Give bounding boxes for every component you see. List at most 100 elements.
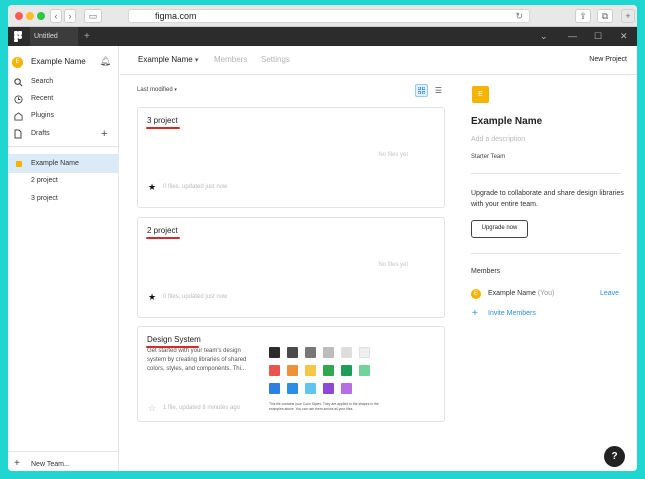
card-title[interactable]: 3 project <box>147 116 178 125</box>
project-color-icon <box>16 161 22 167</box>
sidebar: E Example Name 🔔︎ Search Recent Plugins <box>8 46 119 471</box>
color-swatch <box>305 347 316 358</box>
figma-titlebar: Untitled + ⌄ — ☐ ✕ <box>8 27 637 46</box>
minimize-icon[interactable]: — <box>568 27 577 46</box>
sidebar-project-2[interactable]: 2 project <box>8 173 119 190</box>
color-swatch <box>359 347 370 358</box>
new-project-button[interactable]: New Project <box>589 56 627 63</box>
member-name-row: Example Name (You) <box>488 290 554 297</box>
reload-icon[interactable]: ↻ <box>515 10 523 22</box>
browser-toolbar: ‹ › ▭ figma.com ↻ ⇪ ⧉ + <box>8 5 637 27</box>
sort-dropdown[interactable]: Last modified ▾ <box>137 87 177 93</box>
figma-logo-icon[interactable] <box>14 31 22 42</box>
card-title[interactable]: 2 project <box>147 226 178 235</box>
sidebar-project-3[interactable]: 3 project <box>8 191 119 208</box>
star-icon[interactable]: ★ <box>148 292 156 303</box>
project-card-2[interactable]: 2 project No files yet ★ 0 files, update… <box>137 217 445 318</box>
sidebar-item-search[interactable]: Search <box>8 74 119 90</box>
add-description-input[interactable]: Add a description <box>471 136 525 143</box>
grid-view-icon[interactable] <box>415 84 428 97</box>
clock-icon <box>12 91 24 109</box>
plan-label: Starter Team <box>471 154 506 160</box>
member-avatar: E <box>471 289 481 299</box>
color-swatch <box>287 365 298 376</box>
add-tab-icon[interactable]: + <box>84 27 90 46</box>
leave-team-link[interactable]: Leave <box>600 290 619 297</box>
sidebar-toggle-icon[interactable]: ▭ <box>84 9 102 23</box>
list-view-icon[interactable]: ☰ <box>432 84 445 97</box>
card-title[interactable]: Design System <box>147 335 201 344</box>
address-bar[interactable]: figma.com ↻ <box>128 9 530 23</box>
close-window-dot[interactable] <box>15 12 23 20</box>
sidebar-item-recent[interactable]: Recent <box>8 91 119 107</box>
color-swatch <box>269 365 280 376</box>
sidebar-item-drafts[interactable]: Drafts + <box>8 126 119 142</box>
sidebar-item-plugins[interactable]: Plugins <box>8 108 119 124</box>
color-swatch <box>341 383 352 394</box>
invite-members-link[interactable]: Invite Members <box>488 310 536 317</box>
tab-members[interactable]: Members <box>214 55 247 64</box>
color-swatch <box>341 365 352 376</box>
color-swatch <box>305 365 316 376</box>
maximize-icon[interactable]: ☐ <box>594 27 602 46</box>
zoom-window-dot[interactable] <box>37 12 45 20</box>
color-swatch <box>323 347 334 358</box>
star-outline-icon[interactable]: ☆ <box>148 403 156 414</box>
share-icon[interactable]: ⇪ <box>575 9 591 23</box>
member-name: Example Name <box>488 290 536 297</box>
forward-icon[interactable]: › <box>64 9 76 23</box>
plus-icon: + <box>14 458 20 469</box>
team-switcher[interactable]: E Example Name 🔔︎ <box>12 56 115 70</box>
swatch-note: This file contains your Color Styles. Th… <box>269 402 379 411</box>
add-draft-icon[interactable]: + <box>101 126 107 142</box>
sort-label: Last modified <box>137 87 173 93</box>
back-icon[interactable]: ‹ <box>50 9 62 23</box>
team-avatar: E <box>12 57 23 68</box>
upgrade-text: Upgrade to collaborate and share design … <box>471 190 624 208</box>
sidebar-item-label: Example Name <box>31 160 79 167</box>
empty-state-text: No files yet <box>378 152 408 158</box>
file-icon <box>12 126 24 144</box>
upgrade-now-button[interactable]: Upgrade now <box>471 220 528 238</box>
project-card-3[interactable]: 3 project No files yet ★ 0 files, update… <box>137 107 445 208</box>
sidebar-item-label: Drafts <box>31 130 50 137</box>
help-button[interactable]: ? <box>604 446 625 467</box>
new-tab-icon[interactable]: + <box>621 9 635 23</box>
card-description: Get started with your team's design syst… <box>147 348 247 372</box>
plus-icon[interactable]: + <box>472 308 478 319</box>
close-icon[interactable]: ✕ <box>620 27 628 46</box>
card-meta: 0 files, updated just now <box>163 184 228 190</box>
new-team-button[interactable]: + New Team... <box>8 458 119 471</box>
star-icon[interactable]: ★ <box>148 182 156 193</box>
color-swatch <box>287 383 298 394</box>
divider <box>8 146 119 147</box>
team-header: Example Name ▾ Members Settings New Proj… <box>120 46 637 75</box>
tabs-icon[interactable]: ⧉ <box>597 9 613 23</box>
team-logo: E <box>472 86 489 103</box>
design-system-card[interactable]: Design System Get started with your team… <box>137 326 445 422</box>
color-swatch <box>323 383 334 394</box>
divider <box>471 173 621 174</box>
sidebar-item-label: Recent <box>31 95 54 102</box>
sidebar-item-label: Search <box>31 78 54 85</box>
minimize-window-dot[interactable] <box>26 12 34 20</box>
sidebar-project-example-name[interactable]: Example Name <box>8 154 119 173</box>
plugins-icon <box>12 108 24 126</box>
team-title-dropdown[interactable]: Example Name ▾ <box>138 55 198 64</box>
sidebar-item-label: 2 project <box>31 177 58 184</box>
card-meta: 1 file, updated 8 minutes ago <box>163 405 241 411</box>
file-tab[interactable]: Untitled <box>30 27 78 46</box>
url-text: figma.com <box>155 11 197 21</box>
tab-settings[interactable]: Settings <box>261 55 290 64</box>
empty-state-text: No files yet <box>378 262 408 268</box>
chevron-down-icon: ▾ <box>194 57 199 64</box>
sidebar-item-label: 3 project <box>31 195 58 202</box>
chevron-down-icon[interactable]: ⌄ <box>540 27 548 46</box>
color-swatch <box>359 365 370 376</box>
card-meta: 0 files, updated just now <box>163 294 228 300</box>
color-swatch <box>323 365 334 376</box>
color-swatch <box>269 383 280 394</box>
sidebar-item-label: Plugins <box>31 112 54 119</box>
title-underline <box>146 127 180 129</box>
bell-icon[interactable]: 🔔︎ <box>100 56 111 67</box>
